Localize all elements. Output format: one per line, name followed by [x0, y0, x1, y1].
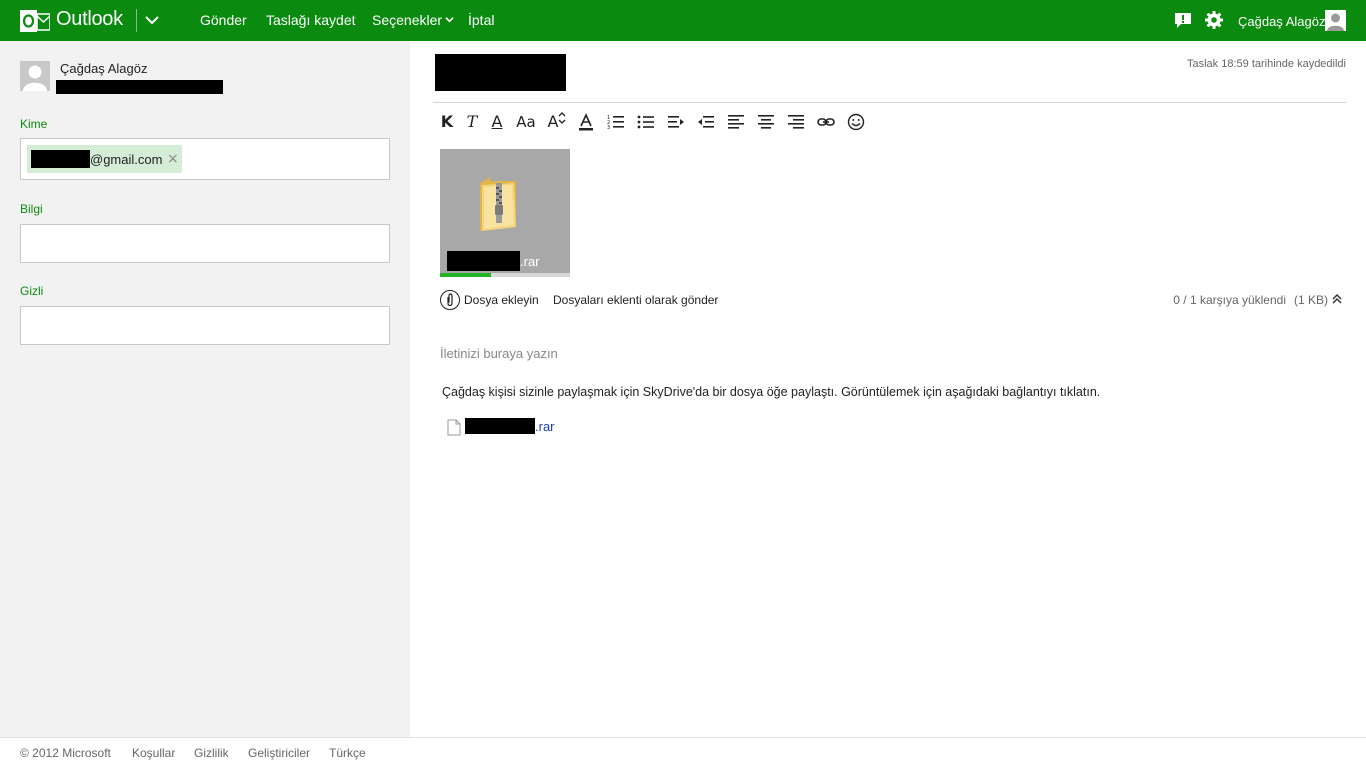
attachment-card[interactable]: .rar	[440, 149, 570, 277]
recipient-redacted	[31, 150, 90, 168]
bold-button[interactable]: K	[435, 110, 459, 134]
copyright: © 2012 Microsoft	[20, 746, 111, 760]
upload-progress-bar	[440, 273, 570, 277]
document-icon	[447, 419, 461, 436]
developers-link[interactable]: Geliştiriciler	[248, 746, 310, 760]
to-field[interactable]: @gmail.com ×	[20, 138, 390, 180]
upload-status: 0 / 1 karşıya yüklendi	[1173, 293, 1286, 307]
subject-divider	[433, 102, 1346, 103]
draft-saved-note: Taslak 18:59 tarihinde kaydedildi	[1187, 58, 1346, 70]
decrease-indent-button[interactable]	[664, 110, 688, 134]
message-body-placeholder[interactable]: İletinizi buraya yazın	[440, 346, 558, 361]
numbered-list-button[interactable]: 123	[604, 110, 628, 134]
increase-indent-icon	[698, 116, 714, 128]
zip-folder-icon	[480, 177, 516, 231]
recipients-pane: Çağdaş Alagöz Kime @gmail.com × Bilgi Gi…	[0, 41, 410, 737]
sender-name: Çağdaş Alagöz	[60, 61, 148, 76]
link-icon	[817, 118, 835, 126]
upload-size: (1 KB)	[1293, 293, 1328, 307]
align-left-icon	[728, 115, 744, 129]
top-bar: Outlook Gönder Taslağı kaydet Seçenekler…	[0, 0, 1366, 41]
numbered-list-icon: 123	[607, 115, 624, 131]
bcc-field[interactable]	[20, 306, 390, 345]
smiley-icon	[847, 113, 865, 131]
add-file-label: Dosya ekleyin	[464, 293, 539, 307]
send-as-attachment-link[interactable]: Dosyaları eklenti olarak gönder	[553, 293, 718, 307]
to-label: Kime	[20, 117, 48, 131]
align-right-icon	[788, 115, 804, 129]
upload-progress-fill	[440, 273, 491, 277]
outlook-logo-icon[interactable]	[20, 6, 50, 36]
italic-button[interactable]: T	[460, 110, 484, 134]
subject-field-redacted[interactable]	[435, 54, 566, 91]
recipient-email-suffix: @gmail.com	[90, 152, 163, 167]
save-draft-button[interactable]: Taslağı kaydet	[266, 12, 356, 28]
sender-avatar	[20, 61, 50, 91]
attachment-extension: .rar	[520, 254, 540, 269]
footer: © 2012 Microsoft Koşullar Gizlilik Geliş…	[0, 737, 1366, 768]
align-center-icon	[758, 115, 774, 129]
emoticon-button[interactable]	[844, 110, 868, 134]
grow-arrows-icon	[559, 112, 566, 124]
align-center-button[interactable]	[754, 110, 778, 134]
user-name[interactable]: Çağdaş Alagöz	[1238, 14, 1325, 29]
share-message-text: Çağdaş kişisi sizinle paylaşmak için Sky…	[442, 385, 1101, 399]
shared-file-extension[interactable]: .rar	[535, 419, 555, 434]
feedback-icon[interactable]	[1174, 11, 1192, 29]
person-icon	[1327, 13, 1344, 31]
grow-font-label: A	[547, 112, 559, 131]
brand-divider	[136, 9, 137, 32]
svg-text:3: 3	[607, 125, 610, 131]
sender-email-redacted	[56, 80, 223, 94]
send-button[interactable]: Gönder	[200, 12, 247, 28]
font-color-icon	[579, 113, 593, 131]
align-right-button[interactable]	[784, 110, 808, 134]
cc-field[interactable]	[20, 224, 390, 263]
shared-file-name-redacted	[465, 418, 535, 434]
options-label: Seçenekler	[372, 12, 443, 28]
font-size-button[interactable]: Aa	[514, 110, 538, 134]
paperclip-icon	[440, 290, 460, 310]
chevron-double-up-icon[interactable]	[1330, 292, 1344, 306]
bullet-list-button[interactable]	[634, 110, 658, 134]
language-link[interactable]: Türkçe	[329, 746, 366, 760]
person-icon	[23, 65, 47, 91]
cc-label: Bilgi	[20, 202, 43, 216]
brand-name[interactable]: Outlook	[56, 8, 123, 31]
remove-recipient-icon[interactable]: ×	[167, 151, 179, 167]
insert-link-button[interactable]	[814, 110, 838, 134]
terms-link[interactable]: Koşullar	[132, 746, 175, 760]
underline-button[interactable]: A	[485, 110, 509, 134]
font-color-button[interactable]	[574, 110, 598, 134]
align-left-button[interactable]	[724, 110, 748, 134]
decrease-indent-icon	[668, 116, 684, 128]
increase-indent-button[interactable]	[694, 110, 718, 134]
bullet-list-icon	[637, 115, 654, 129]
cancel-button[interactable]: İptal	[468, 12, 494, 28]
options-menu[interactable]: Seçenekler	[372, 12, 454, 28]
recipient-chip[interactable]: @gmail.com ×	[27, 145, 182, 173]
caret-down-icon	[445, 17, 454, 23]
grow-font-button[interactable]: A	[545, 110, 569, 134]
gear-icon[interactable]	[1205, 11, 1223, 29]
chevron-down-icon[interactable]	[144, 12, 160, 28]
attachment-name-redacted	[447, 251, 520, 271]
user-avatar[interactable]	[1325, 10, 1346, 31]
privacy-link[interactable]: Gizlilik	[194, 746, 229, 760]
bcc-label: Gizli	[20, 284, 44, 298]
